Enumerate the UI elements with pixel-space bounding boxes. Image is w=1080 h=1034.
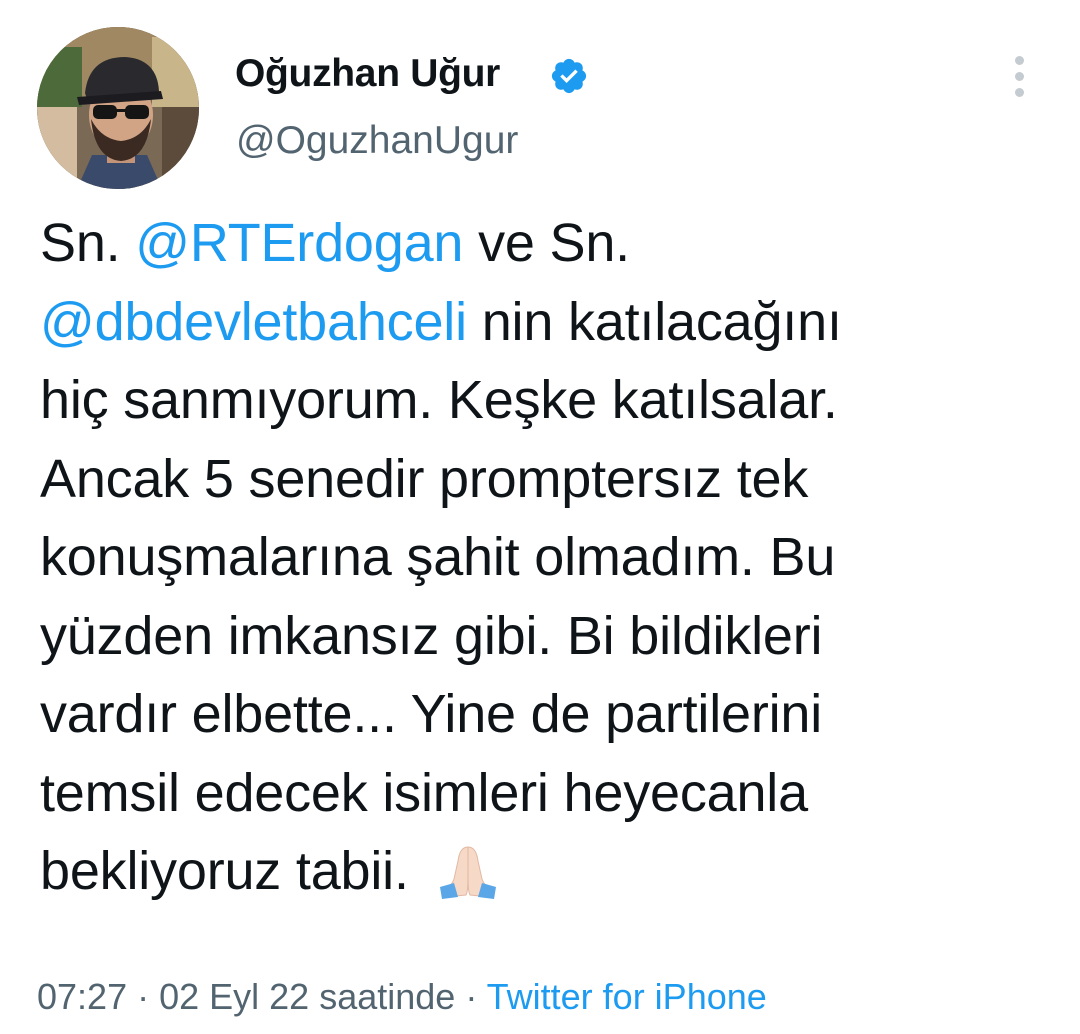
text-segment: bekliyoruz tabii. [40,841,424,901]
more-options-icon[interactable] [1005,54,1035,100]
tweet-line: konuşmalarına şahit olmadım. Bu [40,527,836,587]
tweet-line: Sn. @RTErdogan ve Sn. [40,204,1050,283]
tweet-meta: 07:27 · 02 Eyl 22 saatinde · Twitter for… [37,976,767,1018]
text-segment: Sn. [40,213,136,273]
tweet-text: Sn. @RTErdogan ve Sn. @dbdevletbahceli n… [40,204,1050,911]
tweet-source-link[interactable]: Twitter for iPhone [487,976,767,1017]
verified-badge-icon [551,58,587,94]
tweet-time[interactable]: 07:27 [37,976,127,1017]
mention-link[interactable]: @RTErdogan [135,213,463,273]
tweet-line: vardır elbette... Yine de partilerini [40,684,823,744]
tweet-line: bekliyoruz tabii. [40,832,1050,911]
tweet-line: @dbdevletbahceli nin katılacağını [40,283,1050,362]
tweet-card: Oğuzhan Uğur @OguzhanUgur Sn. @RTErdogan… [0,0,1080,1034]
user-handle[interactable]: @OguzhanUgur [236,119,518,163]
mention-link[interactable]: @dbdevletbahceli [40,292,467,352]
tweet-line: yüzden imkansız gibi. Bi bildikleri [40,605,823,666]
text-segment: nin katılacağını [466,291,842,352]
tweet-line: temsil edecek isimleri heyecanla [40,762,808,823]
avatar-photo [37,27,199,189]
meta-separator: · [127,976,160,1017]
folded-hands-emoji [439,846,496,899]
meta-separator: · [455,976,487,1017]
display-name[interactable]: Oğuzhan Uğur [235,52,500,96]
text-segment: ve Sn. [463,213,630,273]
tweet-line: Ancak 5 senedir promptersız tek [40,448,809,509]
tweet-line: hiç sanmıyorum. Keşke katılsalar. [40,370,838,430]
avatar[interactable] [37,27,199,189]
tweet-date[interactable]: 02 Eyl 22 saatinde [159,976,455,1017]
